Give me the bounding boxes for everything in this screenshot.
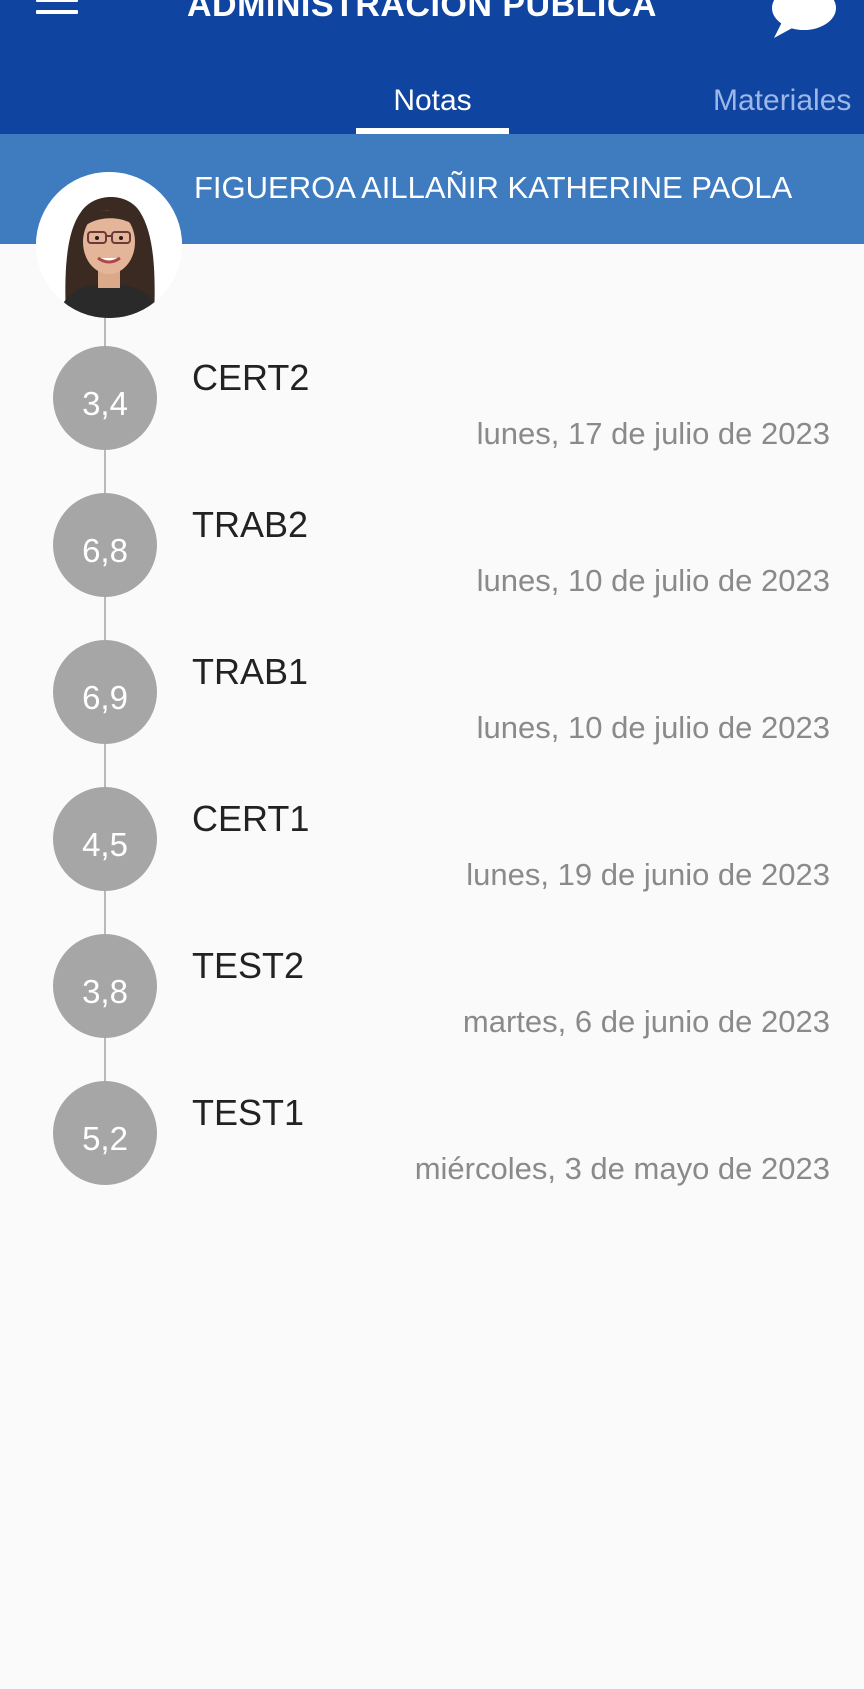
avatar: [36, 172, 182, 318]
evaluation-date: martes, 6 de junio de 2023: [462, 1004, 830, 1039]
list-item[interactable]: 5,2 TEST1 miércoles, 3 de mayo de 2023: [0, 1053, 864, 1186]
list-item[interactable]: 3,4 CERT2 lunes, 17 de julio de 2023: [0, 318, 864, 451]
evaluation-name: TEST1: [192, 1092, 305, 1133]
chat-button[interactable]: [768, 0, 840, 40]
tab-materiales[interactable]: Materiales: [713, 74, 851, 134]
app-title: ADMINISTRACIÓN PÚBLICA: [187, 0, 657, 24]
list-item[interactable]: 6,8 TRAB2 lunes, 10 de julio de 2023: [0, 465, 864, 598]
tab-notas-label: Notas: [393, 84, 472, 117]
tab-materiales-label: Materiales: [713, 84, 852, 117]
app-bar: ADMINISTRACIÓN PÚBLICA Notas Materiales: [0, 0, 864, 134]
chat-bubble-icon: [772, 0, 836, 38]
evaluation-name: CERT1: [192, 798, 310, 839]
evaluation-date: miércoles, 3 de mayo de 2023: [414, 1151, 830, 1186]
evaluation-name: CERT2: [192, 357, 310, 398]
evaluation-name: TEST2: [192, 945, 305, 986]
evaluation-date: lunes, 17 de julio de 2023: [476, 416, 830, 451]
evaluation-name: TRAB2: [192, 504, 309, 545]
student-photo: [36, 172, 182, 318]
evaluation-date: lunes, 19 de junio de 2023: [466, 857, 830, 892]
tab-bar: Notas Materiales: [0, 74, 864, 134]
evaluation-date: lunes, 10 de julio de 2023: [476, 710, 830, 745]
grade-badge: 5,2: [53, 1081, 157, 1185]
evaluation-date: lunes, 10 de julio de 2023: [476, 563, 830, 598]
grade-badge: 6,9: [53, 640, 157, 744]
student-name: FIGUEROA AILLAÑIR KATHERINE PAOLA: [194, 170, 793, 205]
grade-badge: 3,4: [53, 346, 157, 450]
grade-badge: 3,8: [53, 934, 157, 1038]
list-item[interactable]: 4,5 CERT1 lunes, 19 de junio de 2023: [0, 759, 864, 892]
list-item[interactable]: 6,9 TRAB1 lunes, 10 de julio de 2023: [0, 612, 864, 745]
evaluation-name: TRAB1: [192, 651, 309, 692]
grade-badge: 6,8: [53, 493, 157, 597]
grade-badge: 4,5: [53, 787, 157, 891]
list-item[interactable]: 3,8 TEST2 martes, 6 de junio de 2023: [0, 906, 864, 1039]
tab-notas[interactable]: Notas: [356, 74, 509, 134]
